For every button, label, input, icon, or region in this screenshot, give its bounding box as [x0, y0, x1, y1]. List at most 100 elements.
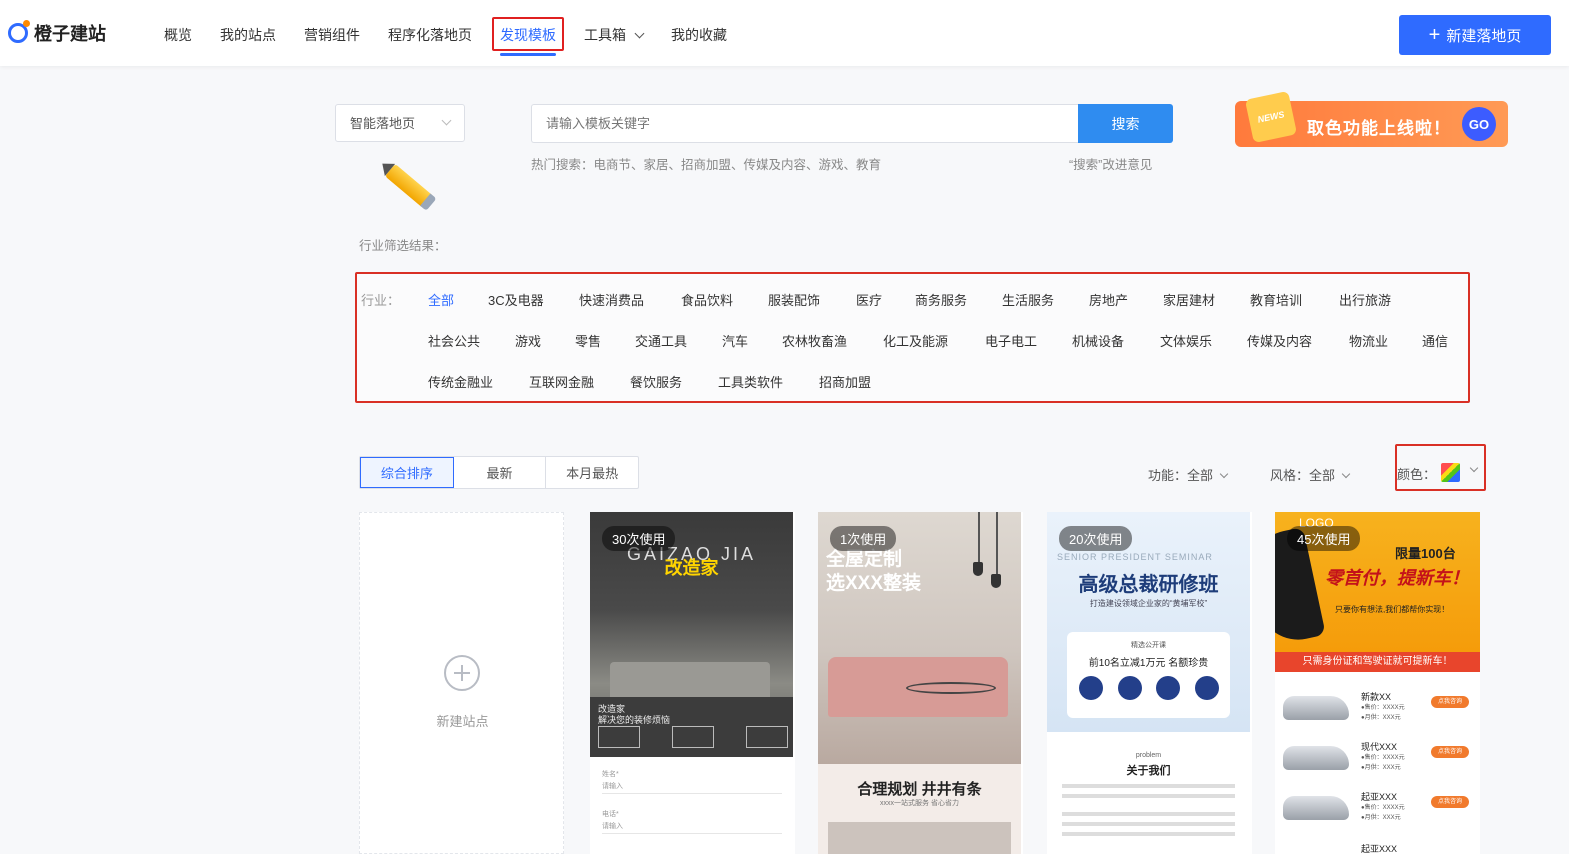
- car-row: 起亚XXX ●售价：XXXX元 ●月供：XXX元 点我咨询: [1283, 788, 1473, 832]
- template-title: 高级总裁研修班: [1078, 574, 1219, 596]
- car-cta: 点我咨询: [1431, 746, 1469, 758]
- lamp-cord: [996, 512, 998, 574]
- industry-tag[interactable]: 医疗: [856, 290, 882, 309]
- industry-tag[interactable]: 生活服务: [1002, 290, 1054, 309]
- industry-tag[interactable]: 工具类软件: [718, 372, 783, 391]
- promo-go-button[interactable]: GO: [1462, 107, 1496, 141]
- scope-select-value: 智能落地页: [350, 116, 416, 131]
- sofa-image: [610, 662, 770, 702]
- logo-icon: [8, 20, 30, 43]
- hot-searches[interactable]: 热门搜索：电商节、家居、招商加盟、传媒及内容、游戏、教育: [531, 154, 881, 173]
- promo-banner[interactable]: NEWS 取色功能上线啦！ GO: [1235, 90, 1508, 147]
- car-name: 起亚XXX: [1361, 844, 1398, 854]
- nav-my-sites[interactable]: 我的站点: [206, 0, 290, 66]
- industry-tag[interactable]: 交通工具: [635, 331, 687, 350]
- industry-tag[interactable]: 商务服务: [915, 290, 967, 309]
- industry-filter-panel: 行业： 全部 3C及电器 快速消费品 食品饮料 服装配饰 医疗 商务服务 生活服…: [355, 272, 1470, 403]
- industry-tag[interactable]: 机械设备: [1072, 331, 1124, 350]
- industry-tag[interactable]: 社会公共: [428, 331, 480, 350]
- template-caption: 解决您的装修烦恼: [598, 715, 671, 725]
- text-line: [1062, 794, 1235, 798]
- style-filter[interactable]: 风格：全部: [1270, 465, 1351, 484]
- template-headline: 零首付，提新车！: [1325, 568, 1469, 588]
- nav-discover-templates[interactable]: 发现模板: [486, 0, 570, 66]
- form-placeholder: 请输入: [602, 823, 623, 830]
- form-placeholder: 请输入: [602, 783, 623, 790]
- template-card[interactable]: LOGO 限量100台 零首付，提新车！ 只要你有想法,我们都帮你实现！ 只需身…: [1275, 512, 1480, 854]
- industry-tag[interactable]: 家居建材: [1163, 290, 1215, 309]
- course-box-offer: 前10名立减1万元 名额珍贵: [1088, 658, 1209, 669]
- industry-tag[interactable]: 传统金融业: [428, 372, 493, 391]
- chevron-down-icon: [1469, 463, 1479, 473]
- new-site-card[interactable]: 新建站点: [359, 512, 564, 854]
- car-price: ●售价：XXXX元: [1361, 805, 1405, 811]
- chevron-down-icon: [441, 115, 452, 126]
- form-line: [602, 793, 782, 794]
- industry-tag[interactable]: 出行旅游: [1339, 290, 1391, 309]
- car-cta: 点我咨询: [1431, 696, 1469, 708]
- nav-marketing-components[interactable]: 营销组件: [290, 0, 374, 66]
- chevron-down-icon: [1219, 469, 1229, 479]
- industry-tag[interactable]: 游戏: [515, 331, 541, 350]
- template-about: 关于我们: [1126, 765, 1171, 777]
- top-navigation-bar: 橙子建站 概览 我的站点 营销组件 程序化落地页 发现模板 工具箱 我的收藏 +…: [0, 0, 1569, 66]
- search-input[interactable]: [531, 104, 1078, 143]
- chevron-down-icon: [1341, 469, 1351, 479]
- template-problem-label: problem: [1135, 752, 1162, 759]
- template-card[interactable]: SENIOR PRESIDENT SEMINAR 高级总裁研修班 打造建设领域企…: [1047, 512, 1252, 854]
- industry-tag[interactable]: 全部: [428, 290, 454, 309]
- industry-tag[interactable]: 通信: [1422, 331, 1448, 350]
- industry-tag[interactable]: 化工及能源: [883, 331, 948, 350]
- plus-circle-icon: [444, 655, 480, 691]
- industry-tag[interactable]: 招商加盟: [819, 372, 871, 391]
- lamp-icon: [991, 574, 1001, 588]
- template-card[interactable]: GAIZAO JIA 改造家 改造家 解决您的装修烦恼 姓名* 请输入 电话* …: [590, 512, 795, 854]
- text-line: [1062, 832, 1235, 836]
- industry-tag[interactable]: 3C及电器: [488, 290, 544, 309]
- industry-tag[interactable]: 快速消费品: [579, 290, 644, 309]
- template-card[interactable]: 全屋定制 选XXX整装 合理规划 井井有条 xxxx一站式服务 省心省力 1次使…: [818, 512, 1023, 854]
- sort-comprehensive[interactable]: 综合排序: [360, 457, 454, 488]
- highlight-box: [492, 17, 564, 51]
- nav-programmatic-landing[interactable]: 程序化落地页: [374, 0, 486, 66]
- industry-tag[interactable]: 餐饮服务: [630, 372, 682, 391]
- sort-hottest-month[interactable]: 本月最热: [546, 457, 638, 488]
- news-badge-icon: NEWS: [1244, 90, 1298, 144]
- nav-overview[interactable]: 概览: [150, 0, 206, 66]
- industry-tag[interactable]: 房地产: [1089, 290, 1128, 309]
- scope-select[interactable]: 智能落地页: [335, 104, 465, 142]
- sort-newest[interactable]: 最新: [454, 457, 547, 488]
- function-filter[interactable]: 功能：全部: [1148, 465, 1229, 484]
- new-landing-page-button[interactable]: + 新建落地页: [1399, 15, 1551, 55]
- industry-tag[interactable]: 教育培训: [1250, 290, 1302, 309]
- table-image: [906, 682, 996, 694]
- text-line: [1062, 812, 1235, 816]
- car-image: [1283, 746, 1349, 770]
- industry-tag[interactable]: 传媒及内容: [1247, 331, 1312, 350]
- chevron-down-icon: [634, 28, 645, 39]
- industry-tag[interactable]: 农林牧畜渔: [782, 331, 847, 350]
- car-cta: 点我咨询: [1431, 796, 1469, 808]
- industry-tag[interactable]: 电子电工: [985, 331, 1037, 350]
- industry-tag[interactable]: 汽车: [722, 331, 748, 350]
- active-underline: [500, 53, 556, 56]
- color-filter[interactable]: 颜色：: [1395, 444, 1486, 491]
- style-filter-label: 风格：全部: [1270, 468, 1336, 483]
- industry-tag[interactable]: 物流业: [1349, 331, 1388, 350]
- car-row: 新款XX ●售价：XXXX元 ●月供：XXX元 点我咨询: [1283, 688, 1473, 732]
- industry-tag[interactable]: 零售: [575, 331, 601, 350]
- industry-label: 行业：: [361, 293, 401, 308]
- industry-tag[interactable]: 互联网金融: [529, 372, 594, 391]
- nav-toolbox[interactable]: 工具箱: [570, 0, 657, 66]
- industry-tag[interactable]: 食品饮料: [681, 290, 733, 309]
- search-feedback-link[interactable]: “搜索”改进意见: [1069, 154, 1152, 173]
- nav-favorites[interactable]: 我的收藏: [657, 0, 741, 66]
- template-limit: 限量100台: [1395, 546, 1456, 561]
- industry-tag[interactable]: 服装配饰: [768, 290, 820, 309]
- brand-logo[interactable]: 橙子建站: [8, 20, 106, 46]
- template-panel-image: [828, 822, 1011, 854]
- usage-badge: 30次使用: [602, 526, 676, 551]
- industry-tag[interactable]: 文体娱乐: [1160, 331, 1212, 350]
- search-button[interactable]: 搜索: [1078, 104, 1173, 143]
- form-label: 姓名*: [602, 771, 619, 778]
